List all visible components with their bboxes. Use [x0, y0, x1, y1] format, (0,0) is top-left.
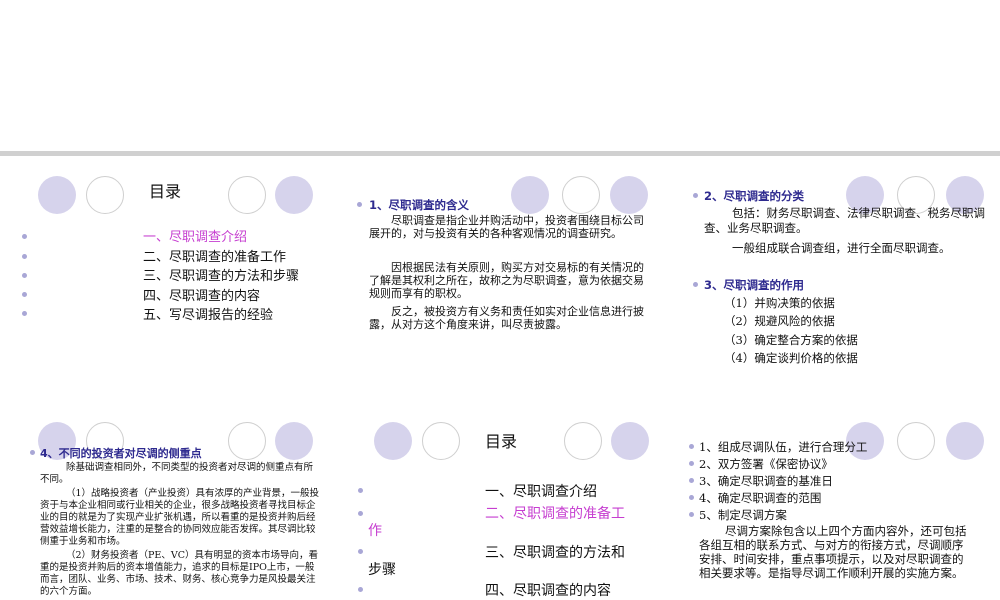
- paragraph-1: 尽职调查是指企业并购活动中，投资者围绕目标公司展开的，对与投资有关的各种客观情况…: [369, 214, 644, 240]
- section-heading-classification: 2、尽职调查的分类: [704, 189, 805, 203]
- decor-circle-icon: [86, 176, 124, 214]
- toc-item-1[interactable]: 一、尽职调查介绍: [143, 226, 247, 245]
- bullet-icon: [22, 311, 27, 316]
- slide-2-definition: 1、尽职调查的含义 尽职调查是指企业并购活动中，投资者围绕目标公司展开的，对与投…: [336, 156, 666, 400]
- bullet-icon: [22, 254, 27, 259]
- bullet-icon: [30, 450, 35, 455]
- toc-item-3-wrap[interactable]: 步骤: [368, 559, 396, 579]
- bullet-icon: [693, 282, 698, 287]
- decor-circle-icon: [946, 422, 984, 460]
- toc-item-4[interactable]: 四、尽职调查的内容: [143, 285, 260, 304]
- decor-circle-icon: [511, 176, 549, 214]
- toc-item-2-wrap[interactable]: 作: [368, 520, 382, 540]
- decor-circle-icon: [374, 422, 412, 460]
- decor-circle-icon: [422, 422, 460, 460]
- step-item-1: 1、组成尽调队伍，进行合理分工: [699, 440, 868, 454]
- paragraph-2: 因根据民法有关原则，购买方对交易标的有关情况的了解是其权利之所在，故称之为尽职调…: [369, 261, 644, 300]
- purpose-item-4: （4）确定谈判价格的依据: [724, 351, 858, 365]
- toc-item-1[interactable]: 一、尽职调查介绍: [485, 481, 597, 501]
- decor-circle-icon: [275, 422, 313, 460]
- slide-5-toc: 目录 一、尽职调查介绍 二、尽职调查的准备工 作 三、尽职调查的方法和 步骤 四…: [336, 406, 666, 600]
- paragraph-1: 除基础调查相同外，不同类型的投资者对尽调的侧重点有所不同。: [40, 462, 314, 485]
- toc-item-5[interactable]: 五、写尽调报告的经验: [143, 304, 273, 323]
- bullet-icon: [22, 273, 27, 278]
- bullet-icon: [689, 478, 694, 483]
- step-item-2: 2、双方签署《保密协议》: [699, 457, 833, 471]
- bullet-icon: [693, 193, 698, 198]
- section-heading-purpose: 3、尽职调查的作用: [704, 278, 805, 292]
- bullet-icon: [358, 488, 363, 493]
- bullet-icon: [358, 511, 363, 516]
- toc-item-3[interactable]: 三、尽职调查的方法和: [485, 542, 625, 562]
- toc-title: 目录: [485, 432, 518, 451]
- purpose-item-2: （2）规避风险的依据: [724, 314, 835, 328]
- bullet-icon: [689, 495, 694, 500]
- decor-circle-icon: [228, 176, 266, 214]
- paragraph-2: （1）战略投资者（产业投资）具有浓厚的产业背景，一般投资于与本企业相同或行业相关…: [40, 488, 320, 547]
- section-heading: 4、不同的投资者对尽调的侧重点: [40, 447, 202, 460]
- classification-text: 包括：财务尽职调查、法律尽职调查、税务尽职调查、业务尽职调查。: [704, 206, 985, 235]
- paragraph-3: （2）财务投资者（PE、VC）具有明显的资本市场导向，看重的是投资并购后的资本增…: [40, 550, 319, 597]
- purpose-item-1: （1）并购决策的依据: [724, 296, 835, 310]
- bullet-icon: [357, 202, 362, 207]
- decor-circle-icon: [611, 422, 649, 460]
- bullet-icon: [358, 587, 363, 592]
- paragraph-3: 反之，被投资方有义务和责任如实对企业信息进行披露，从对方这个角度来讲，叫尽责披露…: [369, 305, 644, 331]
- slide-6-preparation: 1、组成尽调队伍，进行合理分工 2、双方签署《保密协议》 3、确定尽职调查的基准…: [671, 406, 1000, 600]
- toc-item-2[interactable]: 二、尽职调查的准备工: [485, 503, 625, 523]
- bullet-icon: [689, 461, 694, 466]
- slide-3-classification: 2、尽职调查的分类 包括：财务尽职调查、法律尽职调查、税务尽职调查、业务尽职调查…: [671, 156, 1000, 400]
- decor-circle-icon: [562, 176, 600, 214]
- bullet-icon: [22, 292, 27, 297]
- bullet-icon: [22, 234, 27, 239]
- decor-circle-icon: [897, 422, 935, 460]
- toc-item-4[interactable]: 四、尽职调查的内容: [485, 580, 611, 600]
- decor-circle-icon: [275, 176, 313, 214]
- bullet-icon: [358, 549, 363, 554]
- step-item-5: 5、制定尽调方案: [699, 508, 787, 522]
- plan-paragraph: 尽调方案除包含以上四个方面内容外，还可包括各组互相的联系方式、与对方的衔接方式，…: [699, 524, 967, 580]
- decor-circle-icon: [228, 422, 266, 460]
- section-heading: 1、尽职调查的含义: [369, 198, 470, 212]
- slide-1-toc: 目录 一、尽职调查介绍 二、尽职调查的准备工作 三、尽职调查的方法和步骤 四、尽…: [0, 156, 331, 400]
- toc-title: 目录: [149, 182, 182, 201]
- toc-item-2[interactable]: 二、尽职调查的准备工作: [143, 246, 286, 265]
- decor-circle-icon: [38, 176, 76, 214]
- purpose-item-3: （3）确定整合方案的依据: [724, 333, 858, 347]
- decor-circle-icon: [564, 422, 602, 460]
- bullet-icon: [689, 512, 694, 517]
- decor-circle-icon: [610, 176, 648, 214]
- step-item-3: 3、确定尽职调查的基准日: [699, 474, 833, 488]
- joint-team-text: 一般组成联合调查组，进行全面尽职调查。: [732, 241, 951, 255]
- slide-4-investor-focus: 4、不同的投资者对尽调的侧重点 除基础调查相同外，不同类型的投资者对尽调的侧重点…: [0, 406, 331, 600]
- toc-item-3[interactable]: 三、尽职调查的方法和步骤: [143, 265, 299, 284]
- bullet-icon: [689, 444, 694, 449]
- step-item-4: 4、确定尽职调查的范围: [699, 491, 822, 505]
